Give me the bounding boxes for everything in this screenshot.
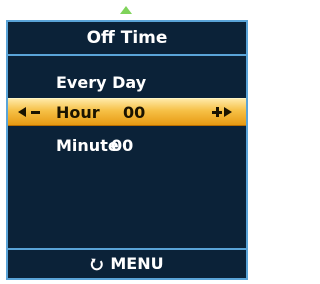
tv-osd-screen: Off Time Every Day Hour 00 Minute 00 MEN… [0,0,254,284]
minus-icon [31,111,40,114]
menu-item-label: Minute [56,136,119,155]
menu-footer-label: MENU [110,254,164,273]
menu-item-minute[interactable]: Minute 00 [8,132,246,160]
plus-icon [212,107,222,117]
triangle-up-icon[interactable] [120,6,132,14]
menu-body: Every Day Hour 00 Minute 00 [8,56,246,248]
decrease-arrow-icon[interactable] [18,107,26,117]
minute-value: 00 [111,136,134,155]
panel-title: Off Time [8,22,246,56]
return-icon [90,257,104,271]
menu-item-every-day[interactable]: Every Day [8,69,246,97]
menu-footer[interactable]: MENU [8,248,246,278]
increase-arrow-icon[interactable] [224,107,232,117]
menu-item-label: Every Day [56,73,147,92]
hour-value: 00 [123,103,146,122]
menu-item-hour[interactable]: Hour 00 [8,98,246,126]
menu-item-label: Hour [56,103,100,122]
off-time-panel: Off Time Every Day Hour 00 Minute 00 MEN… [6,20,248,280]
